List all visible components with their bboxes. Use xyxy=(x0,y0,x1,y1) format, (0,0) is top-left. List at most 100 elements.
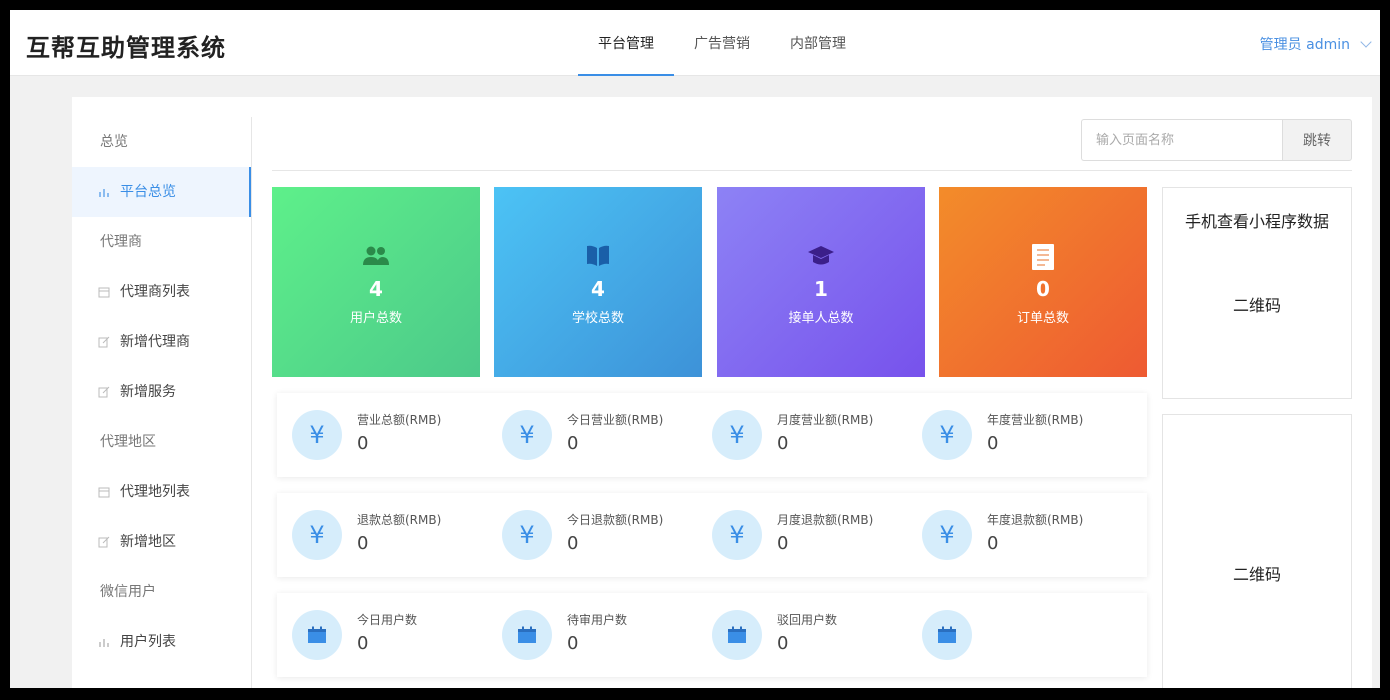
sidebar: 总览 平台总览 代理商 代理商列表 新增代理商 新增服务 代理地区 代理地列表 … xyxy=(72,117,252,688)
yen-icon: ¥ xyxy=(712,510,762,560)
stat-label: 驳回用户数 xyxy=(777,613,838,627)
app-window: 互帮互助管理系统 平台管理 广告营销 内部管理 管理员 admin 总览 平台总… xyxy=(10,10,1380,688)
main-card: 总览 平台总览 代理商 代理商列表 新增代理商 新增服务 代理地区 代理地列表 … xyxy=(72,97,1372,688)
tab-internal-management[interactable]: 内部管理 xyxy=(770,10,866,76)
stat-item: ¥ 今日营业额(RMB) 0 xyxy=(487,393,697,477)
yen-icon: ¥ xyxy=(502,510,552,560)
stat-item: ¥ 营业总额(RMB) 0 xyxy=(277,393,487,477)
stat-value: 0 xyxy=(987,433,999,454)
stat-label: 今日营业额(RMB) xyxy=(567,413,664,427)
calendar-icon xyxy=(922,610,972,660)
yen-icon: ¥ xyxy=(922,510,972,560)
stat-item: ¥ 年度退款额(RMB) 0 xyxy=(907,493,1117,577)
user-stats-panel: 今日用户数 0 待审用户数 0 驳回用户数 0 xyxy=(277,593,1147,677)
qr-panel-miniprogram: 手机查看小程序数据 二维码 xyxy=(1162,187,1352,399)
qr-code: 二维码 xyxy=(1232,296,1281,315)
bar-chart-icon xyxy=(98,636,110,648)
users-total-tile: 4 用户总数 xyxy=(272,187,480,377)
yen-icon: ¥ xyxy=(712,410,762,460)
users-icon xyxy=(361,243,391,269)
edit-icon xyxy=(98,536,110,548)
tile-label: 学校总数 xyxy=(571,311,624,326)
sidebar-item-label: 平台总览 xyxy=(120,184,176,200)
stat-item: ¥ 月度退款额(RMB) 0 xyxy=(697,493,907,577)
sidebar-item-user-list[interactable]: 用户列表 xyxy=(72,617,251,667)
stat-value: 0 xyxy=(777,433,789,454)
stat-value: 0 xyxy=(567,433,579,454)
sidebar-group-regions: 代理地区 xyxy=(100,434,156,450)
bar-chart-icon xyxy=(98,186,110,198)
sidebar-item-add-region[interactable]: 新增地区 xyxy=(72,517,251,567)
stat-value: 0 xyxy=(357,533,369,554)
yen-icon: ¥ xyxy=(922,410,972,460)
stat-label: 营业总额(RMB) xyxy=(357,413,442,427)
yen-icon: ¥ xyxy=(292,410,342,460)
calendar-icon xyxy=(98,286,110,298)
refund-stats-panel: ¥ 退款总额(RMB) 0 ¥ 今日退款额(RMB) 0 ¥ 月度退款额(RMB… xyxy=(277,493,1147,577)
orders-total-tile: 0 订单总数 xyxy=(939,187,1147,377)
stat-item: 待审用户数 0 xyxy=(487,593,697,677)
calendar-icon xyxy=(98,486,110,498)
tab-ad-marketing[interactable]: 广告营销 xyxy=(674,10,770,76)
sidebar-item-label: 代理商列表 xyxy=(120,284,190,300)
stat-label: 月度退款额(RMB) xyxy=(777,513,874,527)
app-title: 互帮互助管理系统 xyxy=(26,34,226,62)
tile-value: 1 xyxy=(814,277,828,301)
stat-value: 0 xyxy=(987,533,999,554)
top-nav: 平台管理 广告营销 内部管理 xyxy=(578,10,866,76)
sidebar-item-add-service[interactable]: 新增服务 xyxy=(72,367,251,417)
sidebar-group-agents: 代理商 xyxy=(100,234,142,250)
document-icon xyxy=(1031,243,1055,270)
jump-button[interactable]: 跳转 xyxy=(1282,119,1352,161)
stat-label: 待审用户数 xyxy=(567,613,628,627)
stat-item: ¥ 月度营业额(RMB) 0 xyxy=(697,393,907,477)
tile-value: 0 xyxy=(1036,277,1050,301)
sidebar-item-label: 新增服务 xyxy=(120,384,176,400)
page-search-input[interactable] xyxy=(1081,119,1282,161)
stat-label: 年度营业额(RMB) xyxy=(987,413,1084,427)
stat-label: 今日用户数 xyxy=(357,613,418,627)
stat-label: 年度退款额(RMB) xyxy=(987,513,1084,527)
chevron-down-icon xyxy=(1360,35,1372,48)
qr-panel-secondary: 二维码 xyxy=(1162,414,1352,688)
yen-icon: ¥ xyxy=(292,510,342,560)
user-label: 管理员 admin xyxy=(1259,37,1350,53)
tile-label: 订单总数 xyxy=(1016,311,1069,326)
stat-item xyxy=(907,593,1117,677)
takers-total-tile: 1 接单人总数 xyxy=(717,187,925,377)
stat-item: 今日用户数 0 xyxy=(277,593,487,677)
stat-value: 0 xyxy=(777,533,789,554)
tile-value: 4 xyxy=(369,277,383,301)
sidebar-item-label: 新增地区 xyxy=(120,534,176,550)
stat-item: 驳回用户数 0 xyxy=(697,593,907,677)
stat-label: 今日退款额(RMB) xyxy=(567,513,664,527)
sidebar-group-wechat-users: 微信用户 xyxy=(100,584,156,600)
stat-value: 0 xyxy=(777,633,789,654)
sidebar-item-platform-overview[interactable]: 平台总览 xyxy=(72,167,251,217)
book-icon xyxy=(585,243,611,269)
calendar-icon xyxy=(502,610,552,660)
user-menu[interactable]: 管理员 admin xyxy=(1259,34,1372,54)
edit-icon xyxy=(98,386,110,398)
top-bar: 互帮互助管理系统 平台管理 广告营销 内部管理 管理员 admin xyxy=(10,10,1380,76)
schools-total-tile: 4 学校总数 xyxy=(494,187,702,377)
stat-item: ¥ 年度营业额(RMB) 0 xyxy=(907,393,1117,477)
stat-value: 0 xyxy=(357,433,369,454)
stat-item: ¥ 今日退款额(RMB) 0 xyxy=(487,493,697,577)
sidebar-item-region-list[interactable]: 代理地列表 xyxy=(72,467,251,517)
yen-icon: ¥ xyxy=(502,410,552,460)
calendar-icon xyxy=(712,610,762,660)
tile-label: 用户总数 xyxy=(349,311,402,326)
qr-code: 二维码 xyxy=(1232,565,1281,584)
sidebar-item-agent-list[interactable]: 代理商列表 xyxy=(72,267,251,317)
tab-platform-management[interactable]: 平台管理 xyxy=(578,10,674,76)
stat-value: 0 xyxy=(567,633,579,654)
calendar-icon xyxy=(292,610,342,660)
sidebar-item-label: 用户列表 xyxy=(120,634,176,650)
sidebar-item-add-agent[interactable]: 新增代理商 xyxy=(72,317,251,367)
sidebar-item-label: 代理地列表 xyxy=(120,484,190,500)
edit-icon xyxy=(98,336,110,348)
sidebar-group-overview: 总览 xyxy=(100,134,128,150)
stat-value: 0 xyxy=(357,633,369,654)
tile-value: 4 xyxy=(591,277,605,301)
